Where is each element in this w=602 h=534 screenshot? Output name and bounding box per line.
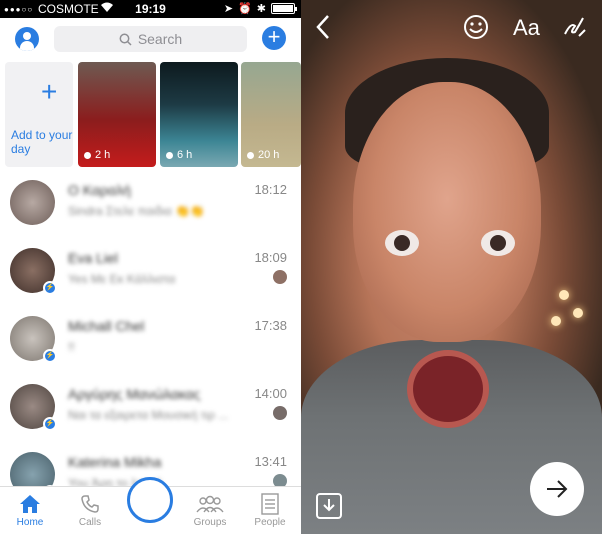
- back-chevron-icon[interactable]: [315, 14, 331, 44]
- tab-home-label: Home: [16, 517, 44, 528]
- seen-avatar: [273, 270, 287, 284]
- camera-button[interactable]: [127, 477, 173, 523]
- chat-time: 13:41: [254, 454, 287, 469]
- story-time: 20 h: [258, 149, 280, 161]
- tab-home[interactable]: Home: [5, 491, 55, 528]
- story-card[interactable]: 6 h: [160, 62, 238, 167]
- battery-icon: [271, 3, 297, 14]
- chat-preview: Ναι τα εξαιρετα Μουσική τιρ ...: [68, 408, 229, 422]
- download-icon[interactable]: [316, 493, 342, 519]
- chat-time: 18:12: [254, 182, 287, 197]
- bluetooth-icon: ✱: [256, 3, 266, 15]
- new-message-button[interactable]: +: [262, 26, 286, 50]
- stories-row: + Add to your day 2 h 6 h 20 h: [0, 62, 301, 170]
- chat-name: Αργύρης Μανώλακας: [68, 386, 201, 402]
- add-to-day-label: Add to your day: [11, 128, 73, 156]
- search-icon: [119, 33, 132, 46]
- chat-name: Katerina Mikha: [68, 454, 162, 470]
- search-input[interactable]: Search: [54, 26, 247, 52]
- tab-groups[interactable]: Groups: [185, 491, 235, 528]
- location-icon: ➤: [223, 3, 234, 15]
- add-to-day-button[interactable]: + Add to your day: [5, 62, 73, 167]
- chat-name: Ο Καραλή: [68, 182, 131, 198]
- list-item[interactable]: ⚡ Αργύρης Μανώλακας Ναι τα εξαιρετα Μουσ…: [0, 374, 301, 442]
- photo-subject-eye: [385, 230, 419, 256]
- tab-calls[interactable]: Calls: [65, 491, 115, 528]
- chat-name: Eva Liel: [68, 250, 118, 266]
- chat-time: 14:00: [254, 386, 287, 401]
- chat-preview: !!: [68, 340, 75, 354]
- tab-calls-label: Calls: [78, 517, 102, 528]
- story-card[interactable]: 20 h: [241, 62, 301, 167]
- draw-icon[interactable]: [561, 14, 587, 40]
- messenger-badge-icon: ⚡: [43, 281, 57, 295]
- tab-bar: Home Calls Groups People: [0, 477, 301, 534]
- chat-time: 18:09: [254, 250, 287, 265]
- tab-people[interactable]: People: [245, 491, 295, 528]
- chat-preview: Yes Με Εκ Κάλλιστα: [68, 272, 176, 286]
- search-placeholder: Search: [137, 31, 183, 47]
- story-dot-icon: [247, 151, 254, 159]
- smiley-icon[interactable]: [463, 14, 489, 40]
- messenger-home-screen: ●●●○○ COSMOTE 19:19 ➤ ⏰ ✱ Search + + Add: [0, 0, 301, 534]
- arrow-right-icon: [547, 480, 568, 498]
- list-icon: [245, 491, 295, 517]
- text-tool-button[interactable]: Aa: [513, 15, 540, 41]
- avatar: [10, 180, 55, 225]
- messenger-badge-icon: ⚡: [43, 349, 57, 363]
- alarm-icon: ⏰: [238, 3, 252, 15]
- chat-name: Michall Chel: [68, 318, 145, 334]
- story-card[interactable]: 2 h: [78, 62, 156, 167]
- chat-preview: Sindra Στελε παιδια 👏👏: [68, 204, 205, 218]
- list-item[interactable]: ⚡ Michall Chel !! 17:38: [0, 306, 301, 374]
- send-arrow-button[interactable]: [530, 462, 584, 516]
- story-dot-icon: [84, 151, 91, 159]
- groups-icon: [185, 491, 235, 517]
- plus-icon: +: [41, 76, 58, 107]
- story-editor-screen: Aa: [301, 0, 602, 534]
- story-dot-icon: [166, 151, 173, 159]
- photo-subject-mouth: [407, 350, 489, 428]
- tab-groups-label: Groups: [193, 517, 227, 528]
- chat-list: Ο Καραλή Sindra Στελε παιδια 👏👏 18:12 ⚡ …: [0, 170, 301, 486]
- seen-avatar: [273, 406, 287, 420]
- photo-subject-face: [353, 82, 541, 342]
- avatar: [10, 452, 55, 486]
- photo-subject-eye: [481, 230, 515, 256]
- story-time: 2 h: [95, 149, 111, 161]
- seen-avatar: [273, 474, 287, 486]
- profile-avatar-button[interactable]: [15, 27, 39, 51]
- phone-icon: [65, 491, 115, 517]
- top-bar: Search +: [0, 18, 301, 62]
- list-item[interactable]: ⚡ Eva Liel Yes Με Εκ Κάλλιστα 18:09: [0, 238, 301, 306]
- story-time: 6 h: [177, 149, 193, 161]
- messenger-badge-icon: ⚡: [43, 417, 57, 431]
- list-item[interactable]: Ο Καραλή Sindra Στελε παιδια 👏👏 18:12: [0, 170, 301, 238]
- home-icon: [5, 491, 55, 517]
- tab-people-label: People: [254, 517, 286, 528]
- chat-time: 17:38: [254, 318, 287, 333]
- status-bar: ●●●○○ COSMOTE 19:19 ➤ ⏰ ✱: [0, 0, 301, 18]
